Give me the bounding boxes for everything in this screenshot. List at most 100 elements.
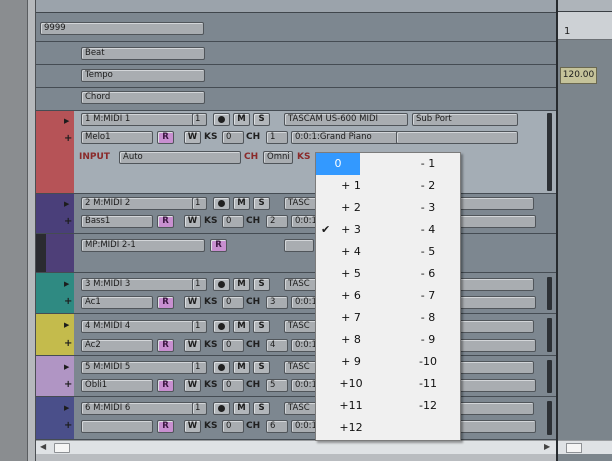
- menu-item-p1[interactable]: + 1: [334, 175, 368, 197]
- track-label-field[interactable]: Bass1: [81, 215, 153, 228]
- record-button[interactable]: [213, 113, 230, 126]
- write-button[interactable]: W: [184, 420, 201, 433]
- record-button[interactable]: [213, 197, 230, 210]
- ch-value[interactable]: 1: [266, 131, 288, 144]
- record-button[interactable]: [213, 402, 230, 415]
- ks-value[interactable]: 0: [222, 339, 244, 352]
- input-ch-field[interactable]: Omni: [263, 151, 293, 164]
- track-row-1[interactable]: ▶ + 1 M:MIDI 1 1 M S TASCAM US-600 MIDI …: [36, 111, 556, 194]
- add-icon[interactable]: +: [64, 339, 72, 349]
- menu-item-m6[interactable]: - 6: [411, 263, 445, 285]
- track-label-field[interactable]: [81, 420, 153, 433]
- menu-item-p8[interactable]: + 8: [334, 329, 368, 351]
- solo-button[interactable]: S: [253, 278, 270, 291]
- menu-item-0[interactable]: 0: [316, 153, 360, 175]
- record-button[interactable]: [213, 278, 230, 291]
- measure-ruler[interactable]: 1: [558, 12, 612, 40]
- track-name-field[interactable]: 4 M:MIDI 4: [81, 320, 207, 333]
- ch-value[interactable]: 2: [266, 215, 288, 228]
- menu-item-p12[interactable]: +12: [334, 417, 368, 439]
- menu-item-m2[interactable]: - 2: [411, 175, 445, 197]
- add-icon[interactable]: +: [64, 134, 72, 144]
- timeline-scroll-thumb[interactable]: [566, 443, 582, 453]
- output-port-field[interactable]: TASCAM US-600 MIDI: [284, 113, 408, 126]
- expand-icon[interactable]: ▶: [64, 321, 69, 329]
- horizontal-scrollbar[interactable]: ◀ ▶: [36, 440, 556, 454]
- track-label-field[interactable]: Ac2: [81, 339, 153, 352]
- scroll-right-icon[interactable]: ▶: [544, 442, 550, 451]
- top-field[interactable]: 9999: [40, 22, 204, 35]
- write-button[interactable]: W: [184, 379, 201, 392]
- ch-value[interactable]: 4: [266, 339, 288, 352]
- menu-item-p3[interactable]: + 3: [334, 219, 368, 241]
- menu-item-p6[interactable]: + 6: [334, 285, 368, 307]
- read-button[interactable]: R: [157, 379, 174, 392]
- mute-button[interactable]: M: [233, 402, 250, 415]
- track-row-mp[interactable]: MP:MIDI 2-1 R: [36, 234, 556, 273]
- write-button[interactable]: W: [184, 339, 201, 352]
- track-row-2[interactable]: ▶ + 2 M:MIDI 2 1 M S TASC Bass1 R W KS 0…: [36, 194, 556, 234]
- solo-button[interactable]: S: [253, 320, 270, 333]
- menu-item-p4[interactable]: + 4: [334, 241, 368, 263]
- ks-value[interactable]: 0: [222, 296, 244, 309]
- ch-value[interactable]: 5: [266, 379, 288, 392]
- track-name-field[interactable]: MP:MIDI 2-1: [81, 239, 205, 252]
- menu-item-p7[interactable]: + 7: [334, 307, 368, 329]
- menu-item-m9[interactable]: - 9: [411, 329, 445, 351]
- menu-item-m7[interactable]: - 7: [411, 285, 445, 307]
- ks-value[interactable]: 0: [222, 215, 244, 228]
- track-name-field[interactable]: 3 M:MIDI 3: [81, 278, 207, 291]
- mute-button[interactable]: M: [233, 113, 250, 126]
- track-label-field[interactable]: Melo1: [81, 131, 153, 144]
- add-icon[interactable]: +: [64, 297, 72, 307]
- add-icon[interactable]: +: [64, 421, 72, 431]
- mute-button[interactable]: M: [233, 278, 250, 291]
- track-label-field[interactable]: Obli1: [81, 379, 153, 392]
- expand-icon[interactable]: ▶: [64, 117, 69, 125]
- track-name-field[interactable]: 5 M:MIDI 5: [81, 361, 207, 374]
- ks-value[interactable]: 0: [222, 379, 244, 392]
- mute-button[interactable]: M: [233, 197, 250, 210]
- add-icon[interactable]: +: [64, 380, 72, 390]
- ch-value[interactable]: 6: [266, 420, 288, 433]
- ks-value[interactable]: 0: [222, 420, 244, 433]
- record-button[interactable]: [213, 361, 230, 374]
- solo-button[interactable]: S: [253, 197, 270, 210]
- write-button[interactable]: W: [184, 131, 201, 144]
- beat-track-label[interactable]: Beat: [81, 47, 205, 60]
- menu-item-p9[interactable]: + 9: [334, 351, 368, 373]
- read-button[interactable]: R: [157, 296, 174, 309]
- read-button[interactable]: R: [157, 131, 174, 144]
- ch-value[interactable]: 3: [266, 296, 288, 309]
- track-name-field[interactable]: 6 M:MIDI 6: [81, 402, 207, 415]
- menu-item-p11[interactable]: +11: [334, 395, 368, 417]
- track-row-3[interactable]: ▶ + 3 M:MIDI 3 1 M S TASC Ac1 R W KS 0 C…: [36, 273, 556, 314]
- ks-value[interactable]: 0: [222, 131, 244, 144]
- mute-button[interactable]: M: [233, 361, 250, 374]
- solo-button[interactable]: S: [253, 113, 270, 126]
- track-row-5[interactable]: ▶ + 5 M:MIDI 5 1 M S TASC Obli1 R W KS 0…: [36, 356, 556, 397]
- menu-item-p2[interactable]: + 2: [334, 197, 368, 219]
- menu-item-m11[interactable]: -11: [411, 373, 445, 395]
- expand-icon[interactable]: ▶: [64, 200, 69, 208]
- record-button[interactable]: [213, 320, 230, 333]
- read-button[interactable]: R: [157, 420, 174, 433]
- write-button[interactable]: W: [184, 215, 201, 228]
- track-row-4[interactable]: ▶ + 4 M:MIDI 4 1 M S TASC Ac2 R W KS 0 C…: [36, 314, 556, 356]
- track-name-field[interactable]: 2 M:MIDI 2: [81, 197, 207, 210]
- track-name-field[interactable]: 1 M:MIDI 1: [81, 113, 207, 126]
- tempo-value[interactable]: 120.00: [560, 67, 597, 84]
- menu-item-m3[interactable]: - 3: [411, 197, 445, 219]
- input-field[interactable]: Auto: [119, 151, 241, 164]
- scroll-thumb[interactable]: [54, 443, 70, 453]
- track-label-field[interactable]: Ac1: [81, 296, 153, 309]
- mute-button[interactable]: M: [233, 320, 250, 333]
- menu-item-p5[interactable]: + 5: [334, 263, 368, 285]
- chord-track-label[interactable]: Chord: [81, 91, 205, 104]
- mp-field[interactable]: [284, 239, 314, 252]
- menu-item-m1[interactable]: - 1: [411, 153, 445, 175]
- expand-icon[interactable]: ▶: [64, 280, 69, 288]
- left-divider[interactable]: [28, 0, 36, 461]
- solo-button[interactable]: S: [253, 361, 270, 374]
- menu-item-m10[interactable]: -10: [411, 351, 445, 373]
